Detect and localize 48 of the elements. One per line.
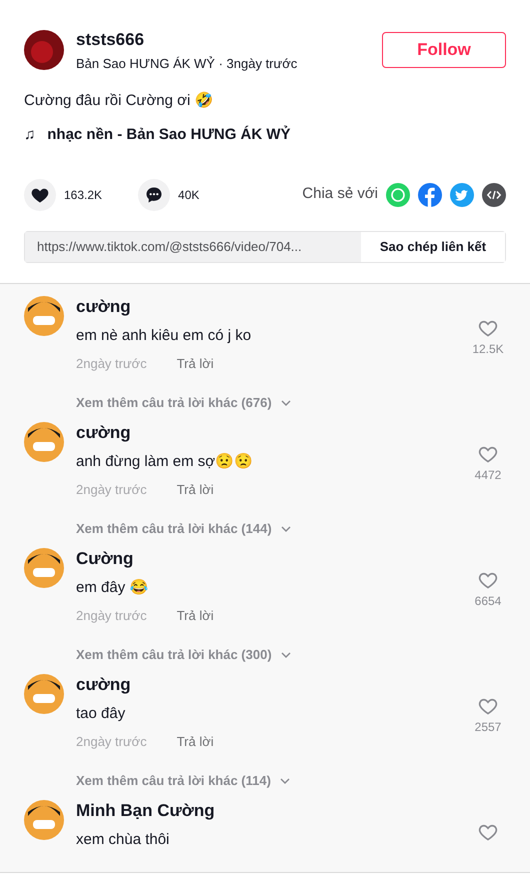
reply-button[interactable]: Trả lời [176,354,214,373]
avatar [24,674,64,714]
avatar [24,422,64,462]
view-more-replies-button[interactable]: Xem thêm câu trả lời khác (114) [76,771,291,790]
comment-count: 40K [178,186,200,204]
author-subtitle: Bản Sao HƯNG ÁK WỶ · 3ngày trước [76,55,298,73]
comment-text: anh đừng làm em sợ😟😟 [76,452,254,472]
reply-button[interactable]: Trả lời [176,606,214,625]
comment-time: 2ngày trước [76,480,147,499]
comment-time: 2ngày trước [76,606,147,625]
comment-like-count: 4472 [474,466,502,484]
comment-username[interactable]: cường [76,420,470,445]
music-title[interactable]: nhạc nền - Bản Sao HƯNG ÁK WỶ [47,124,291,146]
facebook-icon[interactable] [418,182,442,206]
reply-button[interactable]: Trả lời [176,480,214,499]
avatar [24,800,64,840]
share-label: Chia sẻ với [302,184,378,204]
comment-like-count: 2557 [474,718,502,736]
view-more-replies-button[interactable]: Xem thêm câu trả lời khác (300) [76,645,292,664]
comment-like-count: 6654 [474,592,502,610]
twitter-icon[interactable] [450,182,474,206]
username[interactable]: ststs666 [76,30,382,50]
comment-username[interactable]: cường [76,294,470,319]
comment-username[interactable]: cường [76,672,470,697]
link-url: https://www.tiktok.com/@ststs666/video/704... [25,232,361,262]
comment-button[interactable] [138,178,170,210]
comment-icon [144,184,164,204]
like-button[interactable] [24,178,56,210]
view-more-replies-button[interactable]: Xem thêm câu trả lời khác (144) [76,519,292,538]
avatar [24,30,64,70]
comment-time: 2ngày trước [76,732,147,751]
comment-username[interactable]: Minh Bạn Cường [76,798,470,823]
avatar [24,296,64,336]
caption: Cường đâu rồi Cường ơi 🤣 [24,90,214,110]
comment-text: tao đây [76,704,126,724]
comment-text: em đây 😂 [76,578,150,598]
embed-icon[interactable] [482,182,506,206]
comment-text: em nè anh kiêu em có j ko [76,326,252,346]
reply-button[interactable]: Trả lời [176,732,214,751]
avatar [24,548,64,588]
follow-button[interactable]: Follow [382,32,506,68]
comment-like-count: 12.5K [472,340,504,358]
like-count: 163.2K [64,186,102,204]
comment-username[interactable]: Cường [76,546,470,571]
music-note-icon: ♫ [24,124,36,146]
comment-time: 2ngày trước [76,354,147,373]
view-more-replies-button[interactable]: Xem thêm câu trả lời khác (676) [76,393,292,412]
comment-text: xem chùa thôi [76,830,170,850]
